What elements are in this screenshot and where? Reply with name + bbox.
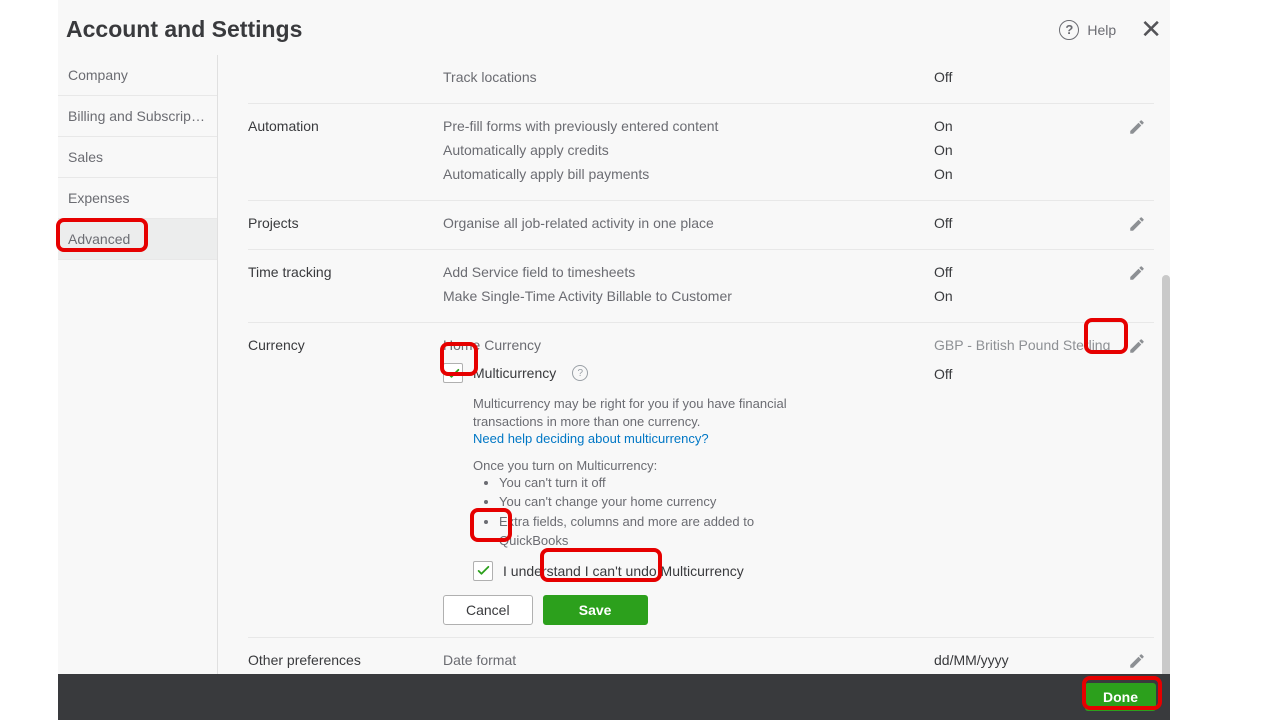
pencil-icon[interactable] [1128, 337, 1146, 355]
section-time-tracking: Time tracking Add Service field to times… [248, 250, 1154, 323]
section-projects: Projects Organise all job-related activi… [248, 201, 1154, 250]
scrollbar[interactable] [1162, 275, 1170, 705]
pencil-icon[interactable] [1128, 264, 1146, 282]
sidebar-tab-advanced[interactable]: Advanced [58, 219, 217, 260]
multicurrency-label: Multicurrency [473, 365, 556, 381]
help-icon: ? [1059, 20, 1079, 40]
row-label: Organise all job-related activity in one… [443, 215, 934, 231]
row-value: On [934, 142, 1154, 158]
home-currency-label: Home Currency [443, 337, 934, 353]
row-label: Track locations [443, 69, 934, 85]
multicurrency-bullets: You can't turn it off You can't change y… [443, 473, 803, 551]
sidebar-tab-billing[interactable]: Billing and Subscripti... [58, 96, 217, 137]
section-currency: Currency Home Currency GBP - British Pou… [248, 323, 1154, 638]
multicurrency-value: Off [934, 366, 1154, 382]
info-icon[interactable]: ? [572, 365, 588, 381]
help-label: Help [1087, 22, 1116, 38]
sidebar-tab-company[interactable]: Company [58, 55, 217, 96]
row-value: Off [934, 264, 1154, 280]
undo-multicurrency-checkbox[interactable] [473, 561, 493, 581]
bullet-item: Extra fields, columns and more are added… [499, 512, 803, 551]
pencil-icon[interactable] [1128, 118, 1146, 136]
home-currency-value: GBP - British Pound Sterling [934, 337, 1154, 353]
footer-bar: Done [58, 674, 1170, 720]
row-label: Add Service field to timesheets [443, 264, 934, 280]
row-label: Automatically apply bill payments [443, 166, 934, 182]
row-value: Off [934, 69, 1154, 85]
section-categories: Track locations Off [248, 55, 1154, 104]
row-value: On [934, 166, 1154, 182]
row-value: dd/MM/yyyy [934, 652, 1154, 668]
section-title: Currency [248, 335, 443, 625]
bullet-item: You can't change your home currency [499, 492, 803, 512]
multicurrency-subhead: Once you turn on Multicurrency: [443, 458, 1154, 473]
close-icon[interactable]: ✕ [1140, 14, 1162, 45]
sidebar-tab-expenses[interactable]: Expenses [58, 178, 217, 219]
settings-sidebar: Company Billing and Subscripti... Sales … [58, 55, 218, 720]
section-automation: Automation Pre-fill forms with previousl… [248, 104, 1154, 201]
cancel-button[interactable]: Cancel [443, 595, 533, 625]
help-button[interactable]: ? Help [1059, 20, 1116, 40]
row-label: Automatically apply credits [443, 142, 934, 158]
section-title: Automation [248, 116, 443, 188]
page-title: Account and Settings [66, 16, 1059, 43]
done-button[interactable]: Done [1085, 683, 1156, 711]
save-button[interactable]: Save [543, 595, 648, 625]
row-value: On [934, 288, 1154, 304]
multicurrency-checkbox[interactable] [443, 363, 463, 383]
pencil-icon[interactable] [1128, 215, 1146, 233]
bullet-item: You can't turn it off [499, 473, 803, 493]
section-title: Time tracking [248, 262, 443, 310]
row-value: On [934, 118, 1154, 134]
section-title: Projects [248, 213, 443, 237]
undo-multicurrency-label: I understand I can't undo Multicurrency [503, 563, 744, 579]
row-label: Make Single-Time Activity Billable to Cu… [443, 288, 934, 304]
row-value: Off [934, 215, 1154, 231]
row-label: Date format [443, 652, 934, 668]
multicurrency-description: Multicurrency may be right for you if yo… [473, 396, 787, 429]
row-label: Pre-fill forms with previously entered c… [443, 118, 934, 134]
settings-content: Track locations Off Automation Pre-fill … [218, 55, 1170, 720]
multicurrency-help-link[interactable]: Need help deciding about multicurrency? [473, 431, 709, 446]
sidebar-tab-sales[interactable]: Sales [58, 137, 217, 178]
pencil-icon[interactable] [1128, 652, 1146, 670]
